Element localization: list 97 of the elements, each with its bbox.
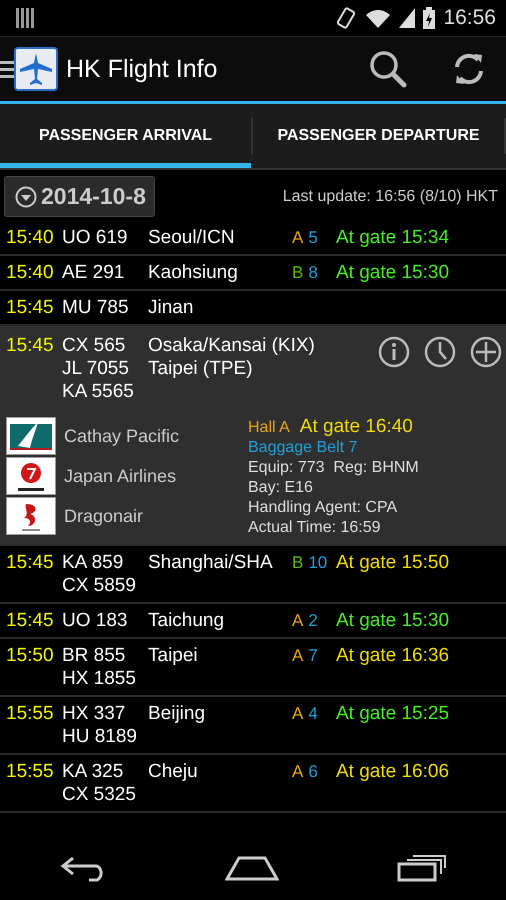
wifi-icon	[365, 8, 392, 28]
search-icon[interactable]	[368, 49, 408, 89]
flight-time: 15:55	[6, 702, 55, 725]
flight-number: HX 1855	[62, 667, 137, 690]
arrival-status: At gate 16:06	[336, 760, 450, 783]
flight-detail: Actual Time: 16:59	[248, 518, 382, 538]
origin-city: Shanghai/SHA	[148, 551, 274, 574]
airline-name: Japan Airlines	[64, 464, 176, 488]
airplane-logo-icon[interactable]	[14, 47, 58, 91]
flight-time: 15:40	[6, 226, 55, 249]
flight-row[interactable]: 15:55 HX 337 HU 8189 Beijing A 4 At gate 15:25	[0, 697, 506, 755]
tab[interactable]: PASSENGER DEPARTURE	[253, 104, 504, 168]
origin-city: Taipei (TPE)	[148, 357, 254, 380]
home-button[interactable]	[225, 855, 279, 881]
status-time: 16:56	[443, 6, 496, 30]
origin-city: Beijing	[148, 702, 206, 725]
flight-row[interactable]: 15:55 KA 325 CX 5325 Cheju A 6 At gate 16:06	[0, 755, 506, 813]
flight-time: 15:45	[6, 296, 55, 319]
airline-logo-icon	[6, 497, 56, 535]
baggage-belt: Baggage Belt 7	[248, 438, 358, 458]
gate-number: 7	[308, 645, 318, 667]
origin-city: Seoul/ICN	[148, 226, 236, 249]
gate-number: 4	[308, 703, 318, 725]
origin-city: Kaohsiung	[148, 261, 239, 284]
flight-number: UO 619	[62, 226, 128, 249]
recent-apps-button[interactable]	[397, 854, 447, 882]
flight-number: AE 291	[62, 261, 126, 284]
flight-number: KA 325	[62, 760, 124, 783]
flight-number: HX 337	[62, 702, 126, 725]
hall-letter: A	[292, 610, 304, 632]
origin-city: Taichung	[148, 609, 226, 632]
flight-time: 15:40	[6, 261, 55, 284]
origin-city: Osaka/Kansai (KIX)	[148, 334, 316, 357]
arrival-status: At gate 16:40	[300, 417, 413, 437]
gate-number: 6	[308, 761, 318, 783]
arrival-status: At gate 15:30	[336, 609, 450, 632]
flight-number: JL 7055	[62, 357, 130, 380]
flight-row[interactable]: 15:40 UO 619 Seoul/ICN A 5 At gate 15:34	[0, 221, 506, 256]
flight-number: CX 565	[62, 334, 126, 357]
flight-detail: Equip: 773 Reg: BHNM	[248, 458, 419, 478]
flight-time: 15:55	[6, 760, 55, 783]
menu-icon[interactable]	[0, 58, 14, 80]
gate-number: 10	[308, 552, 328, 574]
origin-city: Taipei	[148, 644, 199, 667]
dropdown-icon	[15, 186, 37, 208]
flight-number: KA 859	[62, 551, 124, 574]
flight-number: HU 8189	[62, 725, 138, 748]
airline-logo-icon	[6, 457, 56, 495]
add-icon[interactable]	[470, 336, 502, 368]
flight-detail: Bay: E16	[248, 478, 314, 498]
last-update-text: Last update: 16:56 (8/10) HKT	[282, 188, 498, 206]
hall-letter: A	[292, 761, 304, 783]
signal-icon	[399, 8, 416, 28]
hall-letter: A	[292, 703, 304, 725]
battery-icon	[423, 7, 436, 29]
arrival-status: At gate 15:30	[336, 261, 450, 284]
flight-time: 15:45	[6, 551, 55, 574]
gate-number: 8	[308, 262, 318, 284]
hall-letter: B	[292, 262, 304, 284]
origin-city: Jinan	[148, 296, 194, 319]
refresh-icon[interactable]	[452, 51, 486, 87]
date-button[interactable]: 2014-10-8	[4, 176, 155, 217]
expanded-flight-panel[interactable]	[0, 326, 506, 546]
flight-time: 15:45	[6, 334, 55, 357]
arrival-status: At gate 16:36	[336, 644, 450, 667]
flight-number: KA 5565	[62, 380, 135, 403]
tab[interactable]: PASSENGER ARRIVAL	[0, 104, 251, 168]
flight-detail: Handling Agent: CPA	[248, 498, 398, 518]
flight-number: CX 5859	[62, 574, 137, 597]
flight-row[interactable]: 15:45 KA 859 CX 5859 Shanghai/SHA B 10 At gate 15:50	[0, 546, 506, 604]
arrival-status: At gate 15:25	[336, 702, 450, 725]
gate-number: 2	[308, 610, 318, 632]
flight-number: MU 785	[62, 296, 130, 319]
hall-label: Hall A	[248, 418, 290, 438]
airline-name: Cathay Pacific	[64, 424, 180, 448]
notification-icon	[16, 8, 34, 28]
hall-letter: B	[292, 552, 304, 574]
arrival-status: At gate 15:34	[336, 226, 450, 249]
gate-number: 5	[308, 227, 318, 249]
flight-time: 15:50	[6, 644, 55, 667]
flight-row[interactable]: 15:45 UO 183 Taichung A 2 At gate 15:30	[0, 604, 506, 639]
flight-time: 15:45	[6, 609, 55, 632]
clock-icon[interactable]	[424, 336, 456, 368]
airline-name: Dragonair	[64, 504, 144, 528]
hall-letter: A	[292, 645, 304, 667]
flight-number: UO 183	[62, 609, 128, 632]
flight-number: BR 855	[62, 644, 126, 667]
info-icon[interactable]	[378, 336, 410, 368]
flight-row[interactable]: 15:50 BR 855 HX 1855 Taipei A 7 At gate 16:36	[0, 639, 506, 697]
flight-row[interactable]: 15:40 AE 291 Kaohsiung B 8 At gate 15:30	[0, 256, 506, 291]
airline-logo-icon	[6, 417, 56, 455]
app-title: HK Flight Info	[66, 54, 218, 84]
flight-number: CX 5325	[62, 783, 137, 806]
origin-city: Cheju	[148, 760, 199, 783]
vibrate-icon	[335, 6, 358, 30]
arrival-status: At gate 15:50	[336, 551, 450, 574]
hall-letter: A	[292, 227, 304, 249]
